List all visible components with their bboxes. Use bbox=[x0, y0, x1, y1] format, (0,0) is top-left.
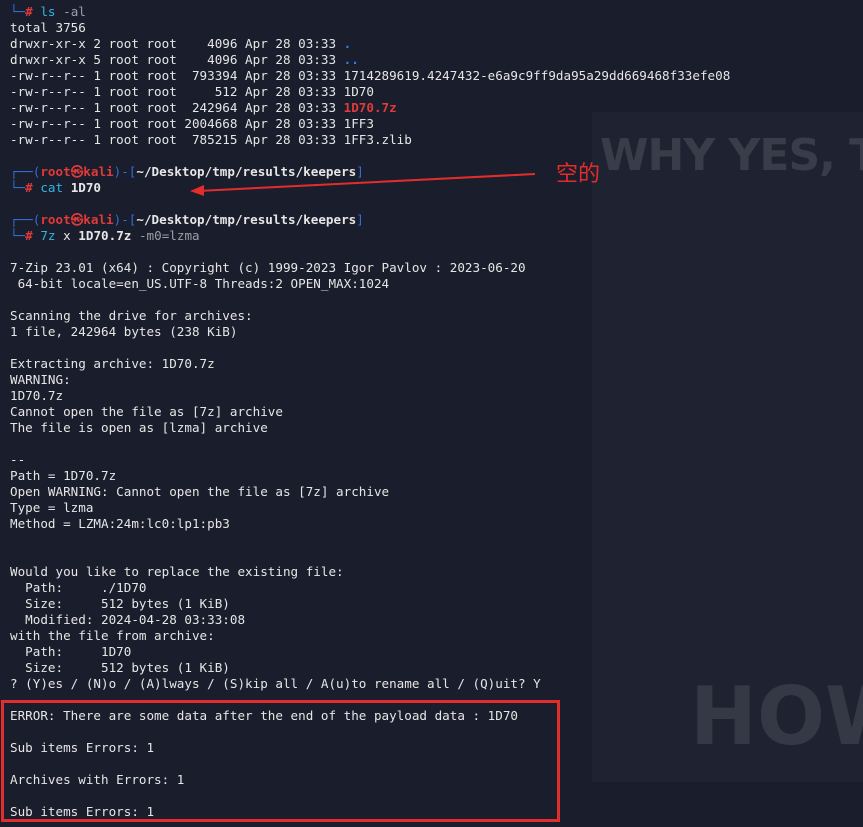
prompt-hash: # bbox=[25, 180, 41, 195]
prompt-hash: # bbox=[25, 4, 41, 19]
output-line: 1 file, 242964 bytes (238 KiB) bbox=[10, 324, 238, 339]
output-line: Modified: 2024-04-28 03:33:08 bbox=[10, 612, 246, 627]
command-args: -al bbox=[63, 4, 86, 19]
prompt-at-symbol: ㉿ bbox=[70, 164, 84, 179]
prompt-corner: └─ bbox=[10, 228, 26, 243]
7z-output: 7-Zip 23.01 (x64) : Copyright (c) 1999-2… bbox=[10, 260, 860, 708]
command-args: 1D70 bbox=[70, 180, 102, 195]
prompt-frame-start: ┌──( bbox=[10, 212, 41, 227]
command-name: 7z bbox=[40, 228, 56, 243]
output-line: drwxr-xr-x 2 root root 4096 Apr 28 03:33… bbox=[10, 36, 860, 52]
prompt-header-7z: ┌──(root㉿kali)-[~/Desktop/tmp/results/ke… bbox=[10, 212, 860, 228]
prompt-line-ls: └─# ls -al bbox=[10, 4, 860, 20]
output-line: Path = 1D70.7z bbox=[10, 468, 117, 483]
output-line: Method = LZMA:24m:lc0:lp1:pb3 bbox=[10, 516, 230, 531]
annotation-arrow-icon bbox=[190, 173, 536, 196]
output-line: -rw-r--r-- 1 root root 785215 Apr 28 03:… bbox=[10, 132, 412, 147]
command-arg-x: x bbox=[63, 228, 71, 243]
output-line: Size: 512 bytes (1 KiB) bbox=[10, 660, 230, 675]
output-line: -rw-r--r-- 1 root root 512 Apr 28 03:33 … bbox=[10, 84, 374, 99]
prompt-path: ~/Desktop/tmp/results/keepers bbox=[136, 212, 357, 227]
command-name: ls bbox=[40, 4, 56, 19]
command-name: cat bbox=[40, 180, 64, 195]
prompt-frame-mid: )-[ bbox=[113, 164, 137, 179]
prompt-line-7z: └─# 7z x 1D70.7z -m0=lzma bbox=[10, 228, 860, 244]
command-arg-file: 1D70.7z bbox=[78, 228, 132, 243]
output-line: with the file from archive: bbox=[10, 628, 215, 643]
output-line: Extracting archive: 1D70.7z bbox=[10, 356, 215, 371]
prompt-corner: └─ bbox=[10, 4, 26, 19]
output-line: 64-bit locale=en_US.UTF-8 Threads:2 OPEN… bbox=[10, 276, 390, 291]
archive-entry: 1D70.7z bbox=[343, 100, 397, 115]
command-arg-method: -m0=lzma bbox=[138, 228, 200, 243]
prompt-at-symbol: ㉿ bbox=[70, 212, 84, 227]
output-line: 1D70.7z bbox=[10, 388, 64, 403]
output-line: Path: 1D70 bbox=[10, 644, 132, 659]
error-highlight-box bbox=[1, 700, 560, 822]
prompt-host: kali bbox=[83, 164, 114, 179]
prompt-corner: └─ bbox=[10, 180, 26, 195]
output-line-text: -rw-r--r-- 1 root root 242964 Apr 28 03:… bbox=[10, 100, 344, 115]
prompt-frame-end: ] bbox=[356, 212, 364, 227]
prompt-frame-mid: )-[ bbox=[113, 212, 137, 227]
output-line: -- bbox=[10, 452, 26, 467]
output-line: total 3756 bbox=[10, 20, 86, 35]
output-line: Cannot open the file as [7z] archive bbox=[10, 404, 283, 419]
terminal-output[interactable]: └─# ls -al total 3756 drwxr-xr-x 2 root … bbox=[10, 4, 860, 820]
output-line: Path: ./1D70 bbox=[10, 580, 147, 595]
output-line: -rw-r--r-- 1 root root 793394 Apr 28 03:… bbox=[10, 68, 731, 83]
output-line: 7-Zip 23.01 (x64) : Copyright (c) 1999-2… bbox=[10, 260, 526, 275]
output-line: Scanning the drive for archives: bbox=[10, 308, 253, 323]
dir-entry-dotdot: .. bbox=[343, 52, 359, 67]
prompt-hash: # bbox=[25, 228, 41, 243]
output-line: The file is open as [lzma] archive bbox=[10, 420, 268, 435]
prompt-user: root bbox=[40, 212, 71, 227]
prompt-host: kali bbox=[83, 212, 114, 227]
output-line-text: drwxr-xr-x 2 root root 4096 Apr 28 03:33 bbox=[10, 36, 344, 51]
output-line: Size: 512 bytes (1 KiB) bbox=[10, 596, 230, 611]
annotation-label: 空的 bbox=[556, 162, 601, 187]
output-line: Open WARNING: Cannot open the file as [7… bbox=[10, 484, 390, 499]
prompt-user: root bbox=[40, 164, 71, 179]
dir-entry-dot: . bbox=[343, 36, 352, 51]
output-line-text: drwxr-xr-x 5 root root 4096 Apr 28 03:33 bbox=[10, 52, 344, 67]
output-line: WARNING: bbox=[10, 372, 71, 387]
output-line: Type = lzma bbox=[10, 500, 94, 515]
output-line: drwxr-xr-x 5 root root 4096 Apr 28 03:33… bbox=[10, 52, 860, 68]
prompt-frame-start: ┌──( bbox=[10, 164, 41, 179]
output-line: -rw-r--r-- 1 root root 2004668 Apr 28 03… bbox=[10, 116, 374, 131]
output-line: ? (Y)es / (N)o / (A)lways / (S)kip all /… bbox=[10, 676, 541, 691]
output-line: Would you like to replace the existing f… bbox=[10, 564, 344, 579]
output-line: -rw-r--r-- 1 root root 242964 Apr 28 03:… bbox=[10, 100, 860, 116]
